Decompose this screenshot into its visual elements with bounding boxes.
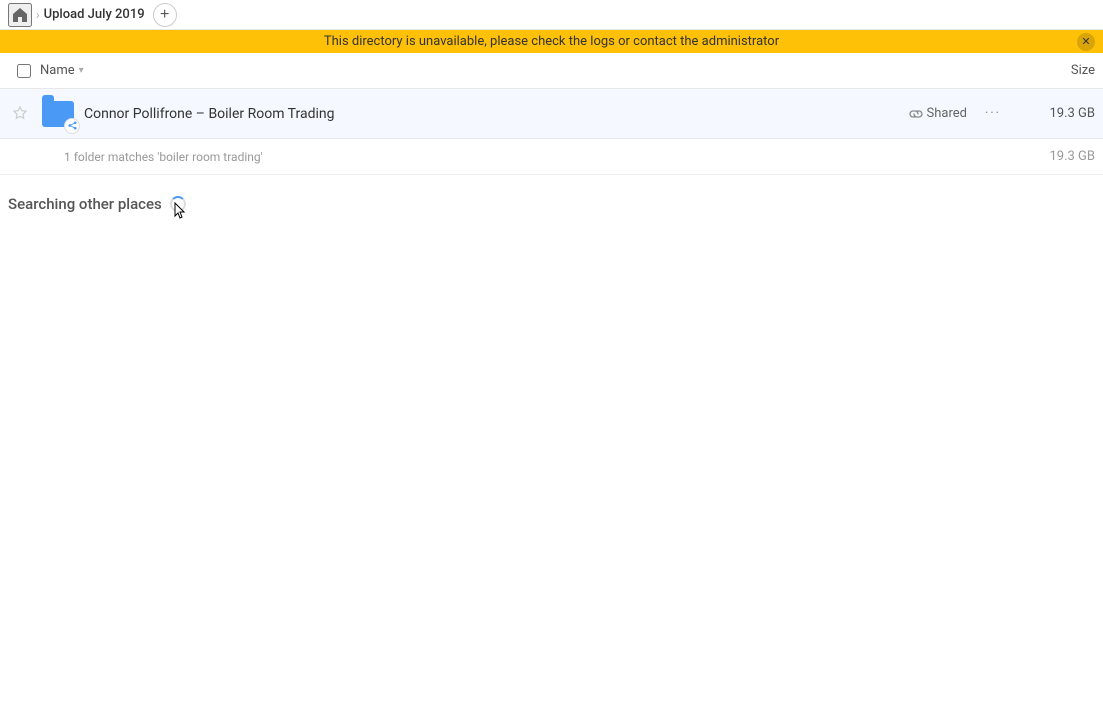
sort-icon: ▾ [79, 65, 84, 76]
summary-size: 19.3 GB [1015, 149, 1095, 164]
link-icon [909, 107, 923, 121]
warning-banner: This directory is unavailable, please ch… [0, 30, 1103, 53]
searching-section: Searching other places [0, 175, 1103, 221]
file-row[interactable]: Connor Pollifrone – Boiler Room Trading … [0, 89, 1103, 139]
warning-message: This directory is unavailable, please ch… [324, 34, 779, 49]
loading-spinner [170, 196, 186, 212]
summary-row: 1 folder matches 'boiler room trading' 1… [0, 139, 1103, 175]
name-column-label: Name [40, 63, 75, 78]
shared-badge: Shared [909, 106, 967, 121]
size-column-label: Size [1071, 63, 1095, 78]
select-all-input[interactable] [17, 64, 31, 78]
add-button[interactable]: + [153, 3, 177, 27]
file-icon [40, 96, 76, 132]
share-overlay-icon [64, 118, 80, 134]
name-column-header[interactable]: Name ▾ [40, 63, 1015, 78]
more-icon: ··· [985, 106, 1001, 121]
size-column-header: Size [1015, 63, 1095, 78]
summary-text: 1 folder matches 'boiler room trading' [64, 150, 1015, 164]
top-bar: › Upload July 2019 + [0, 0, 1103, 30]
select-all-checkbox[interactable] [8, 64, 40, 78]
warning-close-button[interactable]: ✕ [1077, 33, 1095, 51]
home-button[interactable] [8, 3, 32, 27]
file-size: 19.3 GB [1015, 106, 1095, 121]
more-options-button[interactable]: ··· [979, 100, 1007, 128]
shared-label: Shared [927, 106, 967, 121]
column-header: Name ▾ Size [0, 53, 1103, 89]
breadcrumb-arrow: › [36, 8, 40, 22]
star-button[interactable] [8, 102, 32, 126]
breadcrumb-title: Upload July 2019 [44, 7, 145, 22]
searching-label: Searching other places [8, 195, 162, 213]
file-name: Connor Pollifrone – Boiler Room Trading [84, 106, 909, 122]
